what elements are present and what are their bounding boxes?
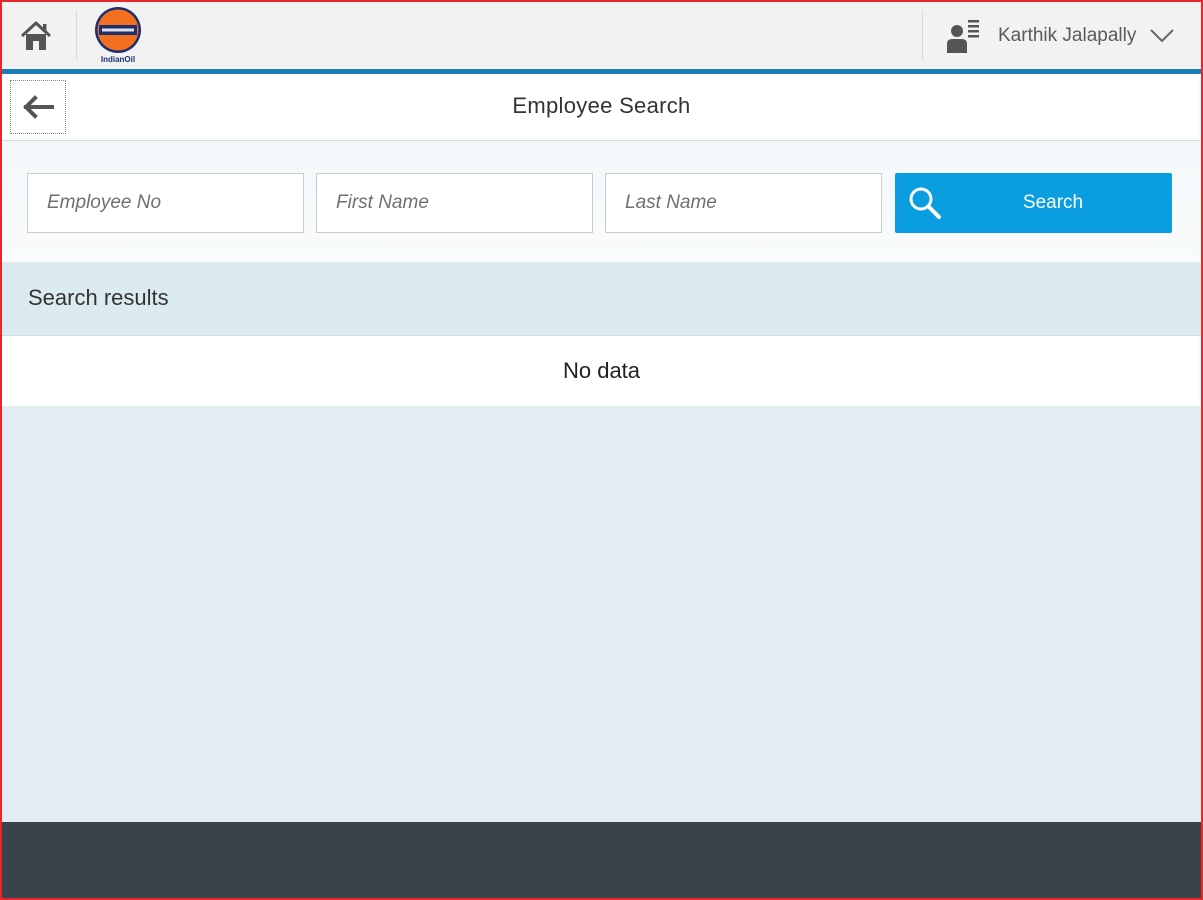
back-arrow-icon <box>23 95 54 119</box>
indianoil-logo[interactable]: IndianOil <box>92 6 144 66</box>
last-name-input[interactable] <box>605 173 882 233</box>
header-divider <box>922 10 923 60</box>
page-header: Employee Search <box>0 74 1203 141</box>
search-button-label: Search <box>1022 192 1084 213</box>
results-area <box>0 406 1203 822</box>
search-button[interactable]: Search <box>895 173 1172 233</box>
first-name-input[interactable] <box>316 173 593 233</box>
search-bar: Search <box>0 141 1203 262</box>
indianoil-logo-mark <box>95 7 141 53</box>
shell-header: IndianOil Karthik Jalapally <box>0 0 1203 70</box>
results-empty-row: No data <box>0 336 1203 406</box>
results-title: Search results <box>28 285 169 310</box>
chevron-down-icon <box>1150 29 1175 43</box>
user-menu[interactable]: Karthik Jalapally <box>946 14 1175 58</box>
footer-bar <box>0 822 1203 900</box>
home-button[interactable] <box>16 16 56 56</box>
home-icon <box>20 21 52 50</box>
user-list-icon <box>947 20 979 53</box>
header-divider <box>76 10 77 60</box>
user-name: Karthik Jalapally <box>998 25 1137 46</box>
page-title: Employee Search <box>512 93 691 118</box>
results-header: Search results <box>0 262 1203 336</box>
back-button[interactable] <box>10 80 66 134</box>
employee-no-input[interactable] <box>27 173 304 233</box>
logo-caption: IndianOil <box>100 55 136 64</box>
